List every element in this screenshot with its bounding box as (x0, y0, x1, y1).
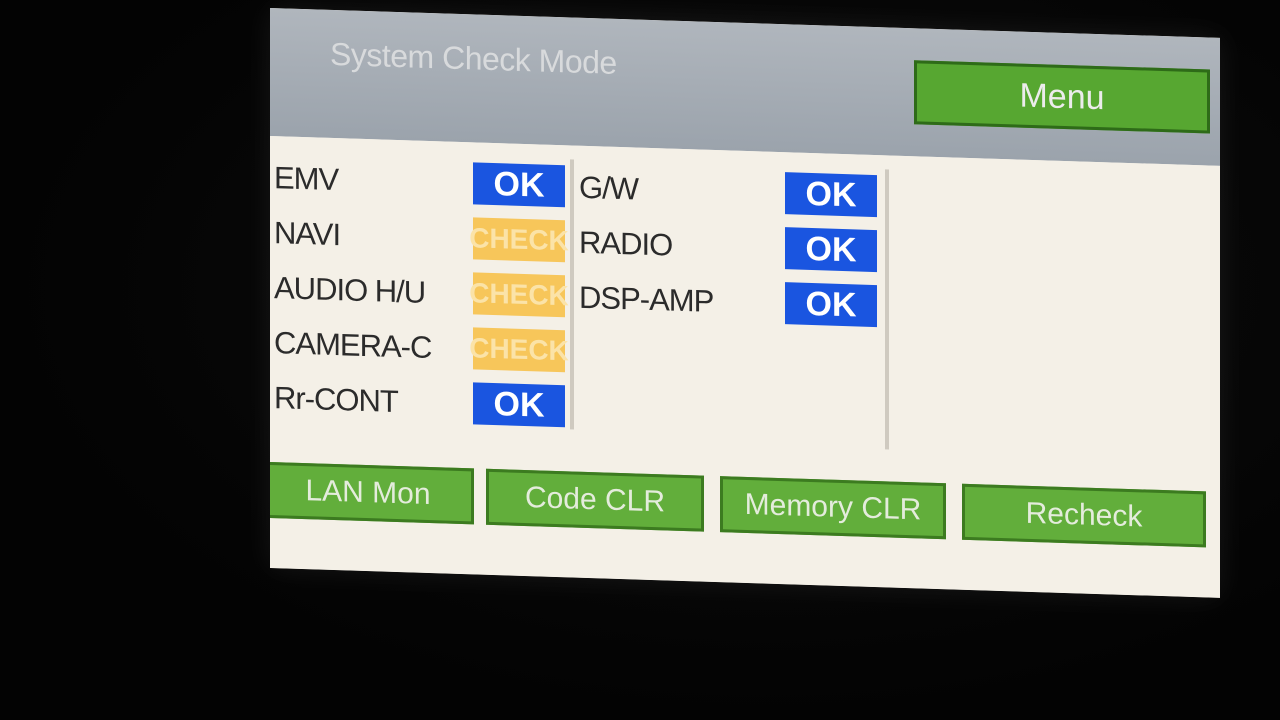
status-row-emv: EMV OK (270, 150, 570, 214)
status-row-dsp-amp: DSP-AMP OK (575, 270, 885, 335)
status-label: RADIO (579, 224, 673, 263)
head-unit-screen: System Check Mode Menu EMV OK NAVI CHECK… (270, 8, 1220, 598)
status-label: G/W (579, 169, 638, 207)
camera-scene-background: System Check Mode Menu EMV OK NAVI CHECK… (0, 0, 1280, 720)
page-title: System Check Mode (330, 35, 617, 81)
status-badge: CHECK (469, 327, 569, 373)
status-row-radio: RADIO OK (575, 215, 885, 280)
status-row-gw: G/W OK (575, 160, 885, 225)
status-badge: OK (785, 172, 877, 218)
status-row-navi: NAVI CHECK (270, 205, 570, 269)
status-label: Rr-CONT (274, 380, 398, 420)
status-badge: CHECK (469, 217, 569, 263)
status-badge: CHECK (469, 272, 569, 318)
menu-button[interactable]: Menu (914, 60, 1210, 134)
status-badge: OK (473, 162, 565, 208)
status-row-camera-c: CAMERA-C CHECK (270, 315, 570, 379)
status-column-middle: G/W OK RADIO OK DSP-AMP OK (575, 159, 889, 450)
status-row-audio-hu: AUDIO H/U CHECK (270, 260, 570, 324)
status-label: CAMERA-C (274, 325, 432, 366)
lan-mon-button[interactable]: LAN Mon (270, 461, 474, 525)
status-column-left: EMV OK NAVI CHECK AUDIO H/U CHECK CAMERA… (270, 150, 574, 430)
recheck-button[interactable]: Recheck (962, 483, 1206, 548)
status-label: DSP-AMP (579, 279, 714, 319)
code-clr-button[interactable]: Code CLR (486, 468, 704, 532)
status-badge: OK (785, 282, 877, 328)
memory-clr-button[interactable]: Memory CLR (720, 476, 946, 540)
status-panel: EMV OK NAVI CHECK AUDIO H/U CHECK CAMERA… (270, 136, 1220, 466)
status-badge: OK (785, 227, 877, 273)
status-label: NAVI (274, 215, 341, 253)
status-label: EMV (274, 160, 339, 198)
status-row-rr-cont: Rr-CONT OK (270, 370, 570, 434)
status-label: AUDIO H/U (274, 270, 426, 310)
status-badge: OK (473, 382, 565, 428)
